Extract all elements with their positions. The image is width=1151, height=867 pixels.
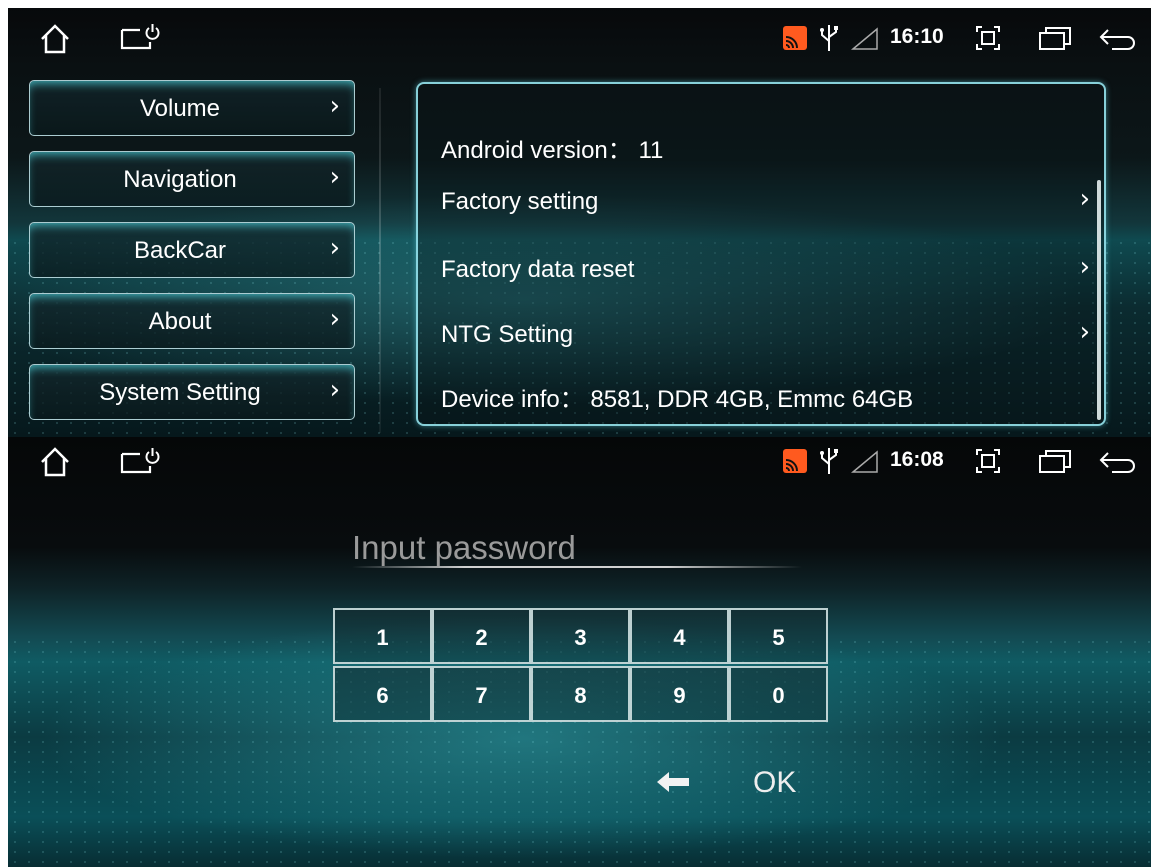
screenshot-icon[interactable] bbox=[975, 25, 1001, 51]
cast-icon bbox=[783, 26, 807, 50]
ntg-setting-label: NTG Setting bbox=[441, 321, 574, 348]
password-input[interactable] bbox=[352, 527, 812, 569]
screenshot-icon[interactable] bbox=[975, 448, 1001, 474]
menu-item-navigation[interactable]: Navigation › bbox=[29, 151, 355, 207]
key-6[interactable]: 6 bbox=[333, 666, 432, 722]
key-9[interactable]: 9 bbox=[630, 666, 729, 722]
home-icon[interactable] bbox=[38, 22, 72, 56]
chevron-right-icon: › bbox=[1079, 252, 1090, 282]
scrollbar[interactable] bbox=[1097, 180, 1101, 420]
backspace-arrow-icon[interactable] bbox=[653, 767, 693, 797]
android-version-value: 11 bbox=[638, 137, 664, 164]
chevron-right-icon: › bbox=[329, 162, 340, 192]
numeric-keypad: 1 2 3 4 5 6 7 8 9 0 bbox=[333, 608, 828, 723]
menu-item-label: Volume bbox=[139, 95, 221, 122]
chevron-right-icon: › bbox=[1079, 317, 1090, 347]
factory-data-reset-label: Factory data reset bbox=[441, 256, 635, 283]
menu-item-label: About bbox=[148, 308, 212, 335]
menu-item-backcar[interactable]: BackCar › bbox=[29, 222, 355, 278]
power-display-icon[interactable] bbox=[120, 22, 160, 52]
back-icon[interactable] bbox=[1098, 26, 1138, 52]
ntg-setting-row[interactable]: NTG Setting › bbox=[418, 309, 1104, 359]
ok-button[interactable]: OK bbox=[753, 766, 796, 800]
chevron-right-icon: › bbox=[329, 91, 340, 121]
menu-item-about[interactable]: About › bbox=[29, 293, 355, 349]
status-bar: 16:10 bbox=[8, 8, 1151, 68]
device-info-value: 8581, DDR 4GB, Emmc 64GB bbox=[590, 386, 914, 413]
about-panel: Android version： 11 Factory setting › Fa… bbox=[416, 82, 1106, 426]
chevron-right-icon: › bbox=[329, 304, 340, 334]
status-bar: 16:08 bbox=[8, 437, 1151, 497]
chevron-right-icon: › bbox=[329, 375, 340, 405]
menu-item-label: Navigation bbox=[123, 166, 237, 193]
password-underline bbox=[352, 566, 802, 568]
menu-item-system-setting[interactable]: System Setting › bbox=[29, 364, 355, 420]
power-display-icon[interactable] bbox=[120, 446, 160, 476]
usb-icon bbox=[820, 25, 838, 51]
about-settings-screen: 16:10 Volume › Navigation › BackCar › Ab… bbox=[8, 8, 1151, 437]
recent-apps-icon[interactable] bbox=[1038, 448, 1072, 476]
key-2[interactable]: 2 bbox=[432, 608, 531, 664]
android-version-row: Android version： 11 bbox=[441, 130, 663, 165]
key-0[interactable]: 0 bbox=[729, 666, 828, 722]
chevron-right-icon: › bbox=[1079, 184, 1090, 214]
recent-apps-icon[interactable] bbox=[1038, 25, 1072, 53]
android-version-label: Android version： bbox=[441, 137, 632, 164]
chevron-right-icon: › bbox=[329, 233, 340, 263]
menu-item-label: BackCar bbox=[133, 237, 227, 264]
key-5[interactable]: 5 bbox=[729, 608, 828, 664]
home-icon[interactable] bbox=[38, 445, 72, 479]
menu-item-volume[interactable]: Volume › bbox=[29, 80, 355, 136]
cast-icon bbox=[783, 449, 807, 473]
password-screen: 16:08 1 2 3 4 5 6 7 8 9 0 OK bbox=[8, 437, 1151, 867]
key-8[interactable]: 8 bbox=[531, 666, 630, 722]
device-info-row: Device info： 8581, DDR 4GB, Emmc 64GB bbox=[441, 379, 913, 414]
menu-item-label: System Setting bbox=[99, 379, 261, 406]
signal-icon bbox=[851, 27, 878, 50]
status-time: 16:10 bbox=[890, 25, 944, 48]
factory-setting-label: Factory setting bbox=[441, 188, 599, 215]
key-7[interactable]: 7 bbox=[432, 666, 531, 722]
signal-icon bbox=[851, 450, 878, 473]
key-4[interactable]: 4 bbox=[630, 608, 729, 664]
key-3[interactable]: 3 bbox=[531, 608, 630, 664]
key-1[interactable]: 1 bbox=[333, 608, 432, 664]
status-time: 16:08 bbox=[890, 448, 944, 471]
factory-setting-row[interactable]: Factory setting › bbox=[418, 176, 1104, 226]
device-info-label: Device info： bbox=[441, 386, 584, 413]
factory-data-reset-row[interactable]: Factory data reset › bbox=[418, 242, 1104, 292]
menu-divider bbox=[379, 88, 381, 433]
usb-icon bbox=[820, 448, 838, 474]
back-icon[interactable] bbox=[1098, 449, 1138, 475]
